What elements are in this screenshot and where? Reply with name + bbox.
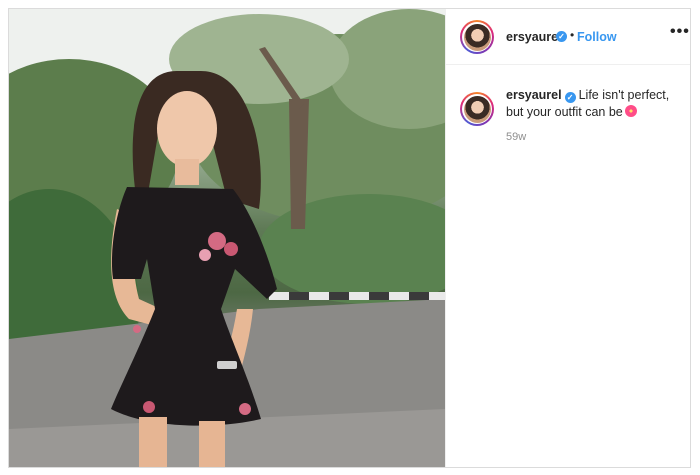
verified-badge-icon: ✓ [556,31,567,42]
caption-avatar-border [462,94,492,124]
hibiscus-icon [624,105,637,117]
post-photo[interactable] [9,9,445,467]
caption-username[interactable]: ersyaurel [506,88,562,102]
caption-avatar[interactable] [460,92,494,126]
post-container: ersyaurel ✓ • Follow ••• ersyaurel ✓ Life … [8,8,691,468]
caption-verified-badge-icon: ✓ [564,92,576,103]
header-username[interactable]: ersyaurel [506,30,562,44]
post-header: ersyaurel ✓ • Follow ••• [446,9,690,65]
post-timestamp[interactable]: 59w [506,131,526,143]
avatar[interactable] [460,20,494,54]
caption-avatar-image [463,95,491,123]
post-sidebar: ersyaurel ✓ • Follow ••• ersyaurel ✓ Life … [445,9,690,467]
header-separator: • [570,28,575,42]
caption-text-block: ersyaurel ✓ Life isn't perfect, but your o… [506,87,681,121]
more-options-icon[interactable]: ••• [670,23,690,41]
photo-illustration [9,9,445,467]
follow-button[interactable]: Follow [577,30,617,44]
avatar-image [463,23,491,51]
avatar-border [462,22,492,52]
